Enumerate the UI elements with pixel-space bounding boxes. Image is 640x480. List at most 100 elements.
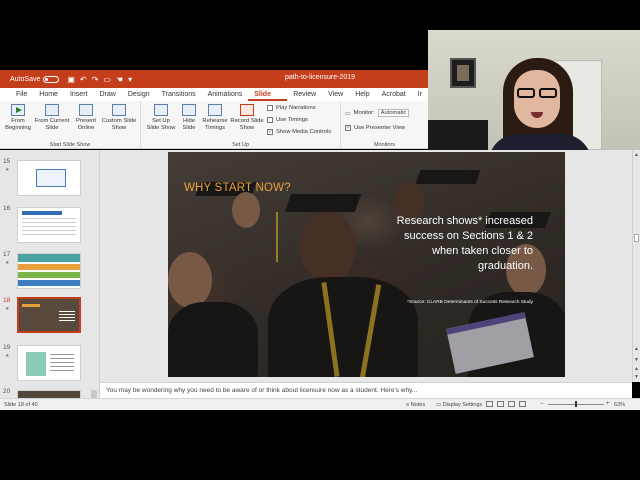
slide-thumbnail-18[interactable]: [17, 297, 81, 333]
prev-slide-icon[interactable]: ▲: [634, 366, 639, 372]
zoom-out-icon[interactable]: −: [540, 401, 544, 407]
slide-heading[interactable]: WHY START NOW?: [184, 182, 291, 194]
tab-design[interactable]: Design: [122, 88, 156, 101]
group-set-up: Set Up Slide Show Hide Slide Rehearse Ti…: [141, 101, 341, 149]
thumbnail-scrollbar[interactable]: [91, 390, 97, 398]
tab-home[interactable]: Home: [33, 88, 64, 101]
slide-thumbnail-17[interactable]: [17, 253, 81, 289]
from-current-slide-button[interactable]: From Current Slide: [34, 104, 70, 132]
save-icon[interactable]: ▣: [67, 75, 75, 84]
tab-help[interactable]: Help: [349, 88, 375, 101]
speaker-notes-text: You may be wondering why you need to be …: [106, 387, 418, 394]
play-icon: [11, 104, 25, 116]
set-up-slide-show-button[interactable]: Set Up Slide Show: [145, 104, 177, 132]
current-slide[interactable]: WHY START NOW? Research shows* increased…: [168, 152, 565, 377]
slide-thumbnail-20[interactable]: [17, 390, 81, 398]
slide-body-text[interactable]: Research shows* increased success on Sec…: [383, 214, 533, 274]
editor-scrollbar[interactable]: ▲ ▲ ▼ ▲ ▼: [632, 150, 640, 382]
show-media-controls-checkbox[interactable]: ✓ Show Media Controls: [267, 129, 331, 135]
custom-slide-show-button[interactable]: Custom Slide Show: [100, 104, 138, 132]
reading-view-icon[interactable]: [508, 401, 515, 407]
presenter-view-label: Use Presenter View: [354, 125, 406, 131]
stopwatch-icon: [208, 104, 222, 116]
hide-slide-label: Hide Slide: [182, 118, 196, 131]
from-current-label: From Current Slide: [34, 118, 70, 131]
record-icon: [240, 104, 254, 116]
play-narrations-checkbox[interactable]: Play Narrations: [267, 105, 316, 111]
record-slide-show-button[interactable]: Record Slide Show: [229, 104, 265, 132]
zoom-slider[interactable]: [548, 401, 604, 407]
thumbnail-number: 17: [3, 251, 11, 258]
use-timings-label: Use Timings: [276, 117, 308, 123]
monitor-select[interactable]: ▭ Monitor: Automatic: [345, 109, 410, 117]
use-presenter-view-checkbox[interactable]: ✓ Use Presenter View: [345, 125, 405, 131]
tab-slide-show[interactable]: Slide Show: [248, 88, 288, 111]
slide-source-note[interactable]: *Source: CLARB Determinants of Success R…: [407, 300, 533, 305]
transition-star-icon: ★: [5, 353, 10, 359]
scroll-up-icon[interactable]: ▲: [634, 346, 639, 352]
play-narrations-label: Play Narrations: [276, 105, 316, 111]
slide-counter: Slide 18 of 40: [4, 402, 38, 408]
slide-thumbnail-15[interactable]: [17, 160, 81, 196]
zoom-slider-knob[interactable]: [575, 401, 577, 407]
thumbnail-number: 19: [3, 344, 11, 351]
tab-review[interactable]: Review: [287, 88, 322, 101]
rehearse-timings-button[interactable]: Rehearse Timings: [201, 104, 229, 132]
tab-insert[interactable]: Insert: [64, 88, 94, 101]
tab-draw[interactable]: Draw: [93, 88, 121, 101]
use-timings-checkbox[interactable]: Use Timings: [267, 117, 308, 123]
slide-show-view-icon[interactable]: [519, 401, 526, 407]
autosave-toggle[interactable]: [43, 75, 60, 83]
zoom-level[interactable]: 63%: [614, 402, 625, 408]
display-settings-button[interactable]: ▭ Display Settings: [436, 402, 482, 408]
present-online-button[interactable]: Present Online: [72, 104, 100, 132]
monitor-label: Monitor:: [353, 110, 375, 116]
webcam-video: [428, 30, 640, 150]
present-online-icon: [79, 104, 93, 116]
next-slide-icon[interactable]: ▼: [634, 374, 639, 380]
monitor-value: Automatic: [377, 109, 410, 117]
group-monitors: ▭ Monitor: Automatic ✓ Use Presenter Vie…: [341, 101, 428, 149]
thumbnail-number: 15: [3, 158, 11, 165]
zoom-in-icon[interactable]: +: [606, 401, 610, 407]
slide-thumbnail-19[interactable]: [17, 345, 81, 381]
ribbon-tabs: File Home Insert Draw Design Transitions…: [0, 88, 428, 111]
thumbnail-number: 20: [3, 388, 11, 395]
thumbnail-number: 16: [3, 205, 11, 212]
tab-transitions[interactable]: Transitions: [156, 88, 202, 101]
normal-view-icon[interactable]: [486, 401, 493, 407]
slide-sorter-icon[interactable]: [497, 401, 504, 407]
scroll-up-icon[interactable]: ▲: [634, 152, 639, 158]
scroll-down-icon[interactable]: ▼: [634, 357, 639, 363]
set-up-label: Set Up Slide Show: [146, 118, 176, 131]
tab-truncated[interactable]: Ir: [412, 88, 428, 101]
notes-button[interactable]: ≡ Notes: [406, 402, 425, 408]
slide-thumbnail-16[interactable]: [17, 207, 81, 243]
editor-scroll-thumb[interactable]: [634, 234, 639, 242]
hide-slide-button[interactable]: Hide Slide: [179, 104, 199, 132]
monitor-icon: ▭: [345, 110, 351, 117]
rehearse-label: Rehearse Timings: [202, 118, 228, 131]
checkmark-icon: ✓: [267, 129, 273, 135]
speaker-notes[interactable]: You may be wondering why you need to be …: [100, 382, 632, 398]
document-title: path-to-licensure-2019: [285, 74, 356, 81]
redo-icon[interactable]: ↷: [92, 75, 99, 84]
tab-animations[interactable]: Animations: [202, 88, 249, 101]
tab-acrobat[interactable]: Acrobat: [376, 88, 412, 101]
autosave-control[interactable]: AutoSave: [10, 75, 60, 83]
customize-icon[interactable]: ▾: [128, 75, 132, 84]
touch-icon[interactable]: ☚: [116, 75, 123, 84]
undo-icon[interactable]: ↶: [80, 75, 87, 84]
slide-thumbnail-pane[interactable]: 15 ★ 16 17 ★ 18 ★ 19 ★ 20: [0, 150, 100, 398]
tab-view[interactable]: View: [322, 88, 349, 101]
from-beginning-button[interactable]: From Beginning: [4, 104, 32, 132]
picture-frame: [450, 58, 476, 88]
tab-file[interactable]: File: [10, 88, 33, 101]
ribbon: From Beginning From Current Slide Presen…: [0, 101, 428, 149]
custom-slide-show-label: Custom Slide Show: [101, 118, 137, 131]
status-bar: Slide 18 of 40 ≡ Notes ▭ Display Setting…: [0, 398, 640, 410]
autosave-label: AutoSave: [10, 75, 41, 83]
present-icon[interactable]: ▭: [103, 75, 111, 84]
checkbox-unchecked-icon: [267, 105, 273, 111]
bottom-black-band: [0, 410, 640, 480]
